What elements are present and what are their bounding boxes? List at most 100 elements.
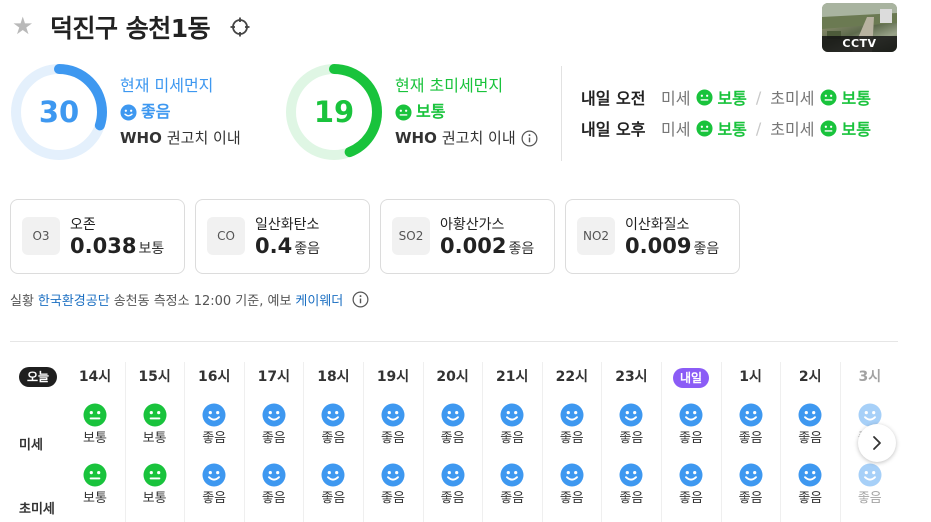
good-face-icon	[679, 403, 703, 427]
good-face-icon	[500, 403, 524, 427]
location-target-icon[interactable]	[230, 17, 250, 37]
pollutant-card-so2[interactable]: SO2 아황산가스 0.002 좋음	[380, 199, 555, 274]
forecast-org-link[interactable]: 케이웨더	[295, 290, 343, 309]
hour-label: 15시	[138, 369, 171, 385]
pollutant-value: 0.4	[255, 234, 293, 258]
hour-header: 16시	[184, 367, 244, 387]
hour-pm10-status: 좋음	[738, 431, 763, 446]
good-face-icon	[262, 463, 286, 487]
hour-header: 내일	[661, 367, 721, 388]
tomorrow-pm-pm25-key: 초미세	[770, 120, 815, 139]
hour-label: 20시	[436, 369, 469, 385]
tomorrow-am-pm25-status: 보통	[841, 89, 871, 108]
row-label-pm10: 미세	[19, 438, 43, 453]
hour-header: 22시	[542, 367, 602, 387]
good-face-icon	[321, 403, 345, 427]
hour-column: 2시 좋음 좋음	[780, 367, 840, 508]
normal-face-icon	[395, 103, 412, 121]
pollutant-name: 이산화질소	[625, 217, 690, 233]
hour-column: 16시 좋음 좋음	[184, 367, 244, 508]
hour-pm25-status: 좋음	[202, 491, 227, 506]
hour-column: 14시 보통 보통	[65, 367, 125, 508]
tomorrow-pm-row: 내일 오후 미세 보통 / 초미세 보통	[581, 116, 871, 140]
hour-column: 23시 좋음 좋음	[601, 367, 661, 508]
separator: /	[755, 118, 762, 138]
good-face-icon	[798, 463, 822, 487]
good-face-icon	[679, 463, 703, 487]
good-face-icon	[739, 463, 763, 487]
pollutant-name: 아황산가스	[440, 217, 505, 233]
hour-label: 3시	[858, 369, 882, 385]
tomorrow-pm-label: 내일 오후	[581, 120, 646, 139]
good-face-icon	[262, 403, 286, 427]
hour-pm25-status: 좋음	[798, 491, 823, 506]
hour-pm25-status: 좋음	[381, 491, 405, 506]
separator: /	[755, 87, 762, 107]
normal-face-icon	[820, 88, 837, 106]
hour-pm25-status: 좋음	[559, 491, 584, 506]
tomorrow-pm-pm25-status: 보통	[841, 120, 871, 139]
hour-column: 22시 좋음 좋음	[542, 367, 602, 508]
pm25-who-text: 권고치 이내	[441, 129, 516, 147]
cctv-thumbnail[interactable]: CCTV	[822, 3, 897, 52]
good-face-icon	[858, 463, 882, 487]
hour-header: 1시	[721, 367, 781, 387]
hour-label: 23시	[615, 369, 648, 385]
good-face-icon	[120, 103, 137, 121]
hour-column: 17시 좋음 좋음	[244, 367, 304, 508]
hour-column: 19시 좋음 좋음	[363, 367, 423, 508]
hour-pm10-status: 좋음	[202, 431, 227, 446]
hour-header: 20시	[423, 367, 483, 387]
pm10-status-label: 좋음	[141, 102, 171, 121]
pm25-who: WHO 권고치 이내	[395, 128, 538, 148]
hour-label: 2시	[798, 369, 822, 385]
good-face-icon	[381, 463, 405, 487]
hour-pm10-status: 좋음	[261, 431, 286, 446]
info-icon[interactable]	[521, 130, 538, 147]
pollutant-value: 0.002	[440, 234, 507, 258]
favorite-star-icon[interactable]: ★	[12, 14, 34, 38]
hour-pm10-status: 보통	[83, 431, 107, 446]
good-face-icon	[441, 463, 465, 487]
pollutant-card-o3[interactable]: O3 오존 0.038 보통	[10, 199, 185, 274]
hour-column: 내일 좋음 좋음	[661, 367, 721, 508]
pollutant-status: 보통	[138, 241, 165, 257]
hour-header: 3시	[840, 367, 900, 387]
hour-column: 18시 좋음 좋음	[303, 367, 363, 508]
normal-face-icon	[83, 403, 107, 427]
source-org-link[interactable]: 한국환경공단	[38, 290, 110, 309]
hour-label: 21시	[496, 369, 529, 385]
pollutant-card-co[interactable]: CO 일산화탄소 0.4 좋음	[195, 199, 370, 274]
hour-column: 15시 보통 보통	[125, 367, 185, 508]
hour-header: 23시	[601, 367, 661, 387]
pm25-who-label: WHO	[395, 129, 437, 147]
hour-column: 21시 좋음 좋음	[482, 367, 542, 508]
good-face-icon	[560, 403, 584, 427]
pollutant-code: NO2	[577, 217, 615, 255]
hour-header: 15시	[125, 367, 185, 387]
hour-pm25-status: 좋음	[440, 491, 465, 506]
hour-label: 18시	[317, 369, 350, 385]
divider	[561, 66, 562, 161]
hour-pm25-status: 좋음	[261, 491, 286, 506]
good-face-icon	[381, 403, 405, 427]
next-button[interactable]	[858, 424, 896, 462]
hour-pm25-status: 좋음	[738, 491, 763, 506]
hour-label: 19시	[376, 369, 410, 385]
info-icon[interactable]	[352, 291, 369, 308]
row-label-pm25: 초미세	[19, 502, 55, 517]
pm25-title: 현재 초미세먼지	[395, 76, 504, 95]
hour-pm10-status: 좋음	[321, 431, 346, 446]
hour-header: 17시	[244, 367, 304, 387]
tomorrow-am-pm25-key: 초미세	[770, 89, 815, 108]
hour-label: 17시	[257, 369, 290, 385]
pollutant-name: 일산화탄소	[255, 217, 320, 233]
pollutant-card-no2[interactable]: NO2 이산화질소 0.009 좋음	[565, 199, 740, 274]
pollutant-code: CO	[207, 217, 245, 255]
pm25-status-label: 보통	[416, 102, 446, 121]
hour-header: 21시	[482, 367, 542, 387]
source-prefix: 실황	[10, 294, 34, 309]
normal-face-icon	[820, 119, 837, 137]
hour-header: 18시	[303, 367, 363, 387]
hour-pm10-status: 좋음	[679, 431, 703, 446]
